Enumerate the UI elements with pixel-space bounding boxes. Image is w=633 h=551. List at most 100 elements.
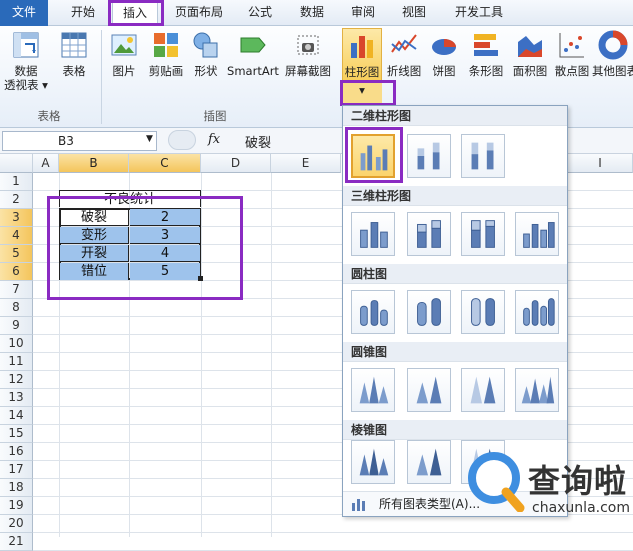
table-button[interactable]: 表格 — [54, 28, 94, 78]
shapes-button[interactable]: 形状 — [188, 28, 224, 78]
row-header[interactable]: 4 — [0, 227, 33, 245]
row-header[interactable]: 19 — [0, 497, 33, 515]
3d-clustered-column-icon[interactable] — [351, 212, 395, 256]
table-title[interactable]: 不良统计 — [59, 190, 201, 207]
3d-stacked-column-icon[interactable] — [407, 212, 451, 256]
column-header-e[interactable]: E — [271, 154, 341, 173]
chevron-down-icon[interactable]: ▼ — [146, 134, 153, 144]
cylinder-stacked-icon[interactable] — [407, 290, 451, 334]
pie-chart-icon — [432, 39, 456, 55]
row-header[interactable]: 7 — [0, 281, 33, 299]
tab-home[interactable]: 开始 — [60, 0, 106, 26]
clip-art-button[interactable]: 剪贴画 — [146, 28, 186, 78]
section-cone: 圆锥图 — [343, 342, 567, 362]
row-header[interactable]: 8 — [0, 299, 33, 317]
row-header[interactable]: 5 — [0, 245, 33, 263]
smartart-label: SmartArt — [227, 64, 279, 78]
table-row-value[interactable]: 5 — [130, 263, 200, 280]
screenshot-icon — [297, 35, 319, 55]
screenshot-button[interactable]: 屏幕截图 — [282, 28, 334, 78]
column-chart-button[interactable]: 柱形图 — [342, 28, 382, 81]
picture-button[interactable]: 图片 — [104, 28, 144, 78]
cone-stacked-icon[interactable] — [407, 368, 451, 412]
clip-art-icon — [154, 33, 178, 57]
tab-insert[interactable]: 插入 — [112, 0, 158, 27]
row-header[interactable]: 17 — [0, 461, 33, 479]
tab-review[interactable]: 审阅 — [343, 0, 383, 26]
table-row-name[interactable]: 开裂 — [60, 245, 129, 262]
pivot-table-label-1: 数据 — [14, 64, 38, 78]
pyramid-stacked-icon[interactable] — [407, 440, 451, 484]
area-chart-button[interactable]: 面积图 — [509, 28, 551, 78]
formula-expand-handle[interactable] — [168, 130, 196, 150]
row-header[interactable]: 18 — [0, 479, 33, 497]
cylinder-percent-icon[interactable] — [461, 290, 505, 334]
scatter-chart-icon — [559, 33, 584, 58]
row-header[interactable]: 21 — [0, 533, 33, 551]
row-header[interactable]: 1 — [0, 173, 33, 191]
row-header[interactable]: 20 — [0, 515, 33, 533]
row-header[interactable]: 6 — [0, 263, 33, 281]
row-header[interactable]: 11 — [0, 353, 33, 371]
row-header[interactable]: 13 — [0, 389, 33, 407]
tab-data[interactable]: 数据 — [292, 0, 332, 26]
select-all-corner[interactable] — [0, 154, 33, 173]
column-chart-dropdown[interactable]: ▾ — [342, 81, 382, 103]
3d-percent-column-icon[interactable] — [461, 212, 505, 256]
smartart-button[interactable]: SmartArt — [226, 28, 280, 78]
cylinder-3d-icon[interactable] — [515, 290, 559, 334]
search-icon — [468, 452, 525, 512]
table-row-name[interactable]: 变形 — [60, 227, 129, 244]
table-icon — [61, 32, 87, 58]
name-box[interactable]: B3 — [2, 131, 157, 151]
area-chart-label: 面积图 — [512, 64, 548, 78]
bar-chart-button[interactable]: 条形图 — [464, 28, 508, 78]
tab-page-layout[interactable]: 页面布局 — [166, 0, 232, 26]
table-row-name[interactable]: 错位 — [60, 263, 129, 280]
tab-file[interactable]: 文件 — [0, 0, 48, 26]
row-header[interactable]: 3 — [0, 209, 33, 227]
percent-stacked-column-icon[interactable] — [461, 134, 505, 178]
table-row-name[interactable]: 破裂 — [60, 209, 129, 226]
row-header[interactable]: 15 — [0, 425, 33, 443]
function-icon[interactable]: fx — [208, 132, 220, 147]
column-chart-icon — [351, 36, 373, 58]
pivot-table-button[interactable]: 数据 透视表 ▾ — [4, 28, 48, 92]
row-header[interactable]: 10 — [0, 335, 33, 353]
row-header[interactable]: 9 — [0, 317, 33, 335]
row-header[interactable]: 16 — [0, 443, 33, 461]
tab-view[interactable]: 视图 — [394, 0, 434, 26]
row-header[interactable]: 2 — [0, 191, 33, 209]
stacked-column-icon[interactable] — [407, 134, 451, 178]
tab-developer[interactable]: 开发工具 — [446, 0, 512, 26]
column-header-c[interactable]: C — [129, 154, 201, 173]
cone-percent-icon[interactable] — [461, 368, 505, 412]
line-chart-label: 折线图 — [386, 64, 422, 78]
cylinder-clustered-icon[interactable] — [351, 290, 395, 334]
other-charts-button[interactable]: 其他图表 — [592, 28, 633, 78]
scatter-chart-button[interactable]: 散点图 — [552, 28, 592, 78]
pyramid-clustered-icon[interactable] — [351, 440, 395, 484]
cone-3d-icon[interactable] — [515, 368, 559, 412]
3d-column-icon[interactable] — [515, 212, 559, 256]
column-header-i[interactable]: I — [568, 154, 633, 173]
cone-clustered-icon[interactable] — [351, 368, 395, 412]
row-header[interactable]: 12 — [0, 371, 33, 389]
formula-input[interactable]: 破裂 — [245, 132, 271, 151]
picture-icon — [111, 34, 137, 56]
table-row-value[interactable]: 3 — [130, 227, 200, 244]
fill-handle[interactable] — [198, 276, 203, 281]
column-header-a[interactable]: A — [33, 154, 59, 173]
row-header[interactable]: 14 — [0, 407, 33, 425]
table-row-value[interactable]: 2 — [130, 209, 200, 226]
ribbon-tabs: 文件 开始 插入 页面布局 公式 数据 审阅 视图 开发工具 — [0, 0, 633, 27]
smartart-icon — [240, 37, 266, 53]
table-row-value[interactable]: 4 — [130, 245, 200, 262]
column-header-d[interactable]: D — [201, 154, 271, 173]
column-header-b[interactable]: B — [59, 154, 129, 173]
pie-chart-button[interactable]: 饼图 — [426, 28, 462, 78]
clip-art-label: 剪贴画 — [148, 64, 184, 78]
tab-formulas[interactable]: 公式 — [240, 0, 280, 26]
clustered-column-icon[interactable] — [351, 134, 395, 178]
line-chart-button[interactable]: 折线图 — [384, 28, 424, 78]
